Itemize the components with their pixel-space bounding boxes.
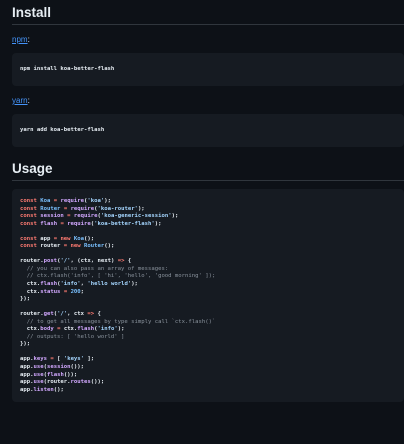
code-line: app.listen(); <box>20 386 64 393</box>
code-line: ctx.status = 200; <box>20 288 85 295</box>
yarn-colon: : <box>27 96 30 105</box>
code-line: router.get('/', ctx => { <box>20 311 101 318</box>
code-line: router.post('/', (ctx, next) => { <box>20 258 132 265</box>
code-line: }); <box>20 341 31 348</box>
code-line: // to get all messages by type simply ca… <box>20 318 216 325</box>
code-line: // you can also pass an array of message… <box>20 265 169 272</box>
code-line: app.keys = [ 'keys' ]; <box>20 356 95 363</box>
npm-link[interactable]: npm <box>12 35 28 44</box>
code-line: const Koa = require('koa'); <box>20 198 111 204</box>
code-line: app.use(session()); <box>20 364 85 371</box>
code-line: ctx.flash('info', 'hello world'); <box>20 281 138 288</box>
code-line: app.use(router.routes()); <box>20 379 105 386</box>
code-line: const router = new Router(); <box>20 243 115 250</box>
usage-heading: Usage <box>12 161 404 181</box>
code-line: ctx.body = ctx.flash('info'); <box>20 326 125 333</box>
code-line: }); <box>20 296 31 303</box>
npm-label-row: npm: <box>12 25 404 47</box>
readme-content: Install npm: npm install koa-better-flas… <box>0 0 404 444</box>
yarn-install-code-block: yarn add koa-better-flash <box>12 114 404 147</box>
code-line: app.use(flash()); <box>20 371 78 378</box>
code-line: // outputs: [ 'hello world' ] <box>20 333 125 340</box>
yarn-add-command: yarn add koa-better-flash <box>20 127 105 133</box>
code-line: const app = new Koa(); <box>20 235 95 242</box>
usage-code-block: const Koa = require('koa'); const Router … <box>12 189 404 403</box>
yarn-label-row: yarn: <box>12 86 404 108</box>
yarn-link[interactable]: yarn <box>12 96 28 105</box>
npm-colon: : <box>27 35 30 44</box>
code-line: const session = require('koa-generic-ses… <box>20 213 179 220</box>
code-line: const flash = require('koa-better-flash'… <box>20 220 162 227</box>
npm-install-command: npm install koa-better-flash <box>20 66 115 72</box>
install-heading: Install <box>12 0 404 25</box>
code-line: // ctx.flash('info', [ 'hi', 'hello', 'g… <box>20 273 216 280</box>
code-line: const Router = require('koa-router'); <box>20 205 145 212</box>
npm-install-code-block: npm install koa-better-flash <box>12 53 404 86</box>
